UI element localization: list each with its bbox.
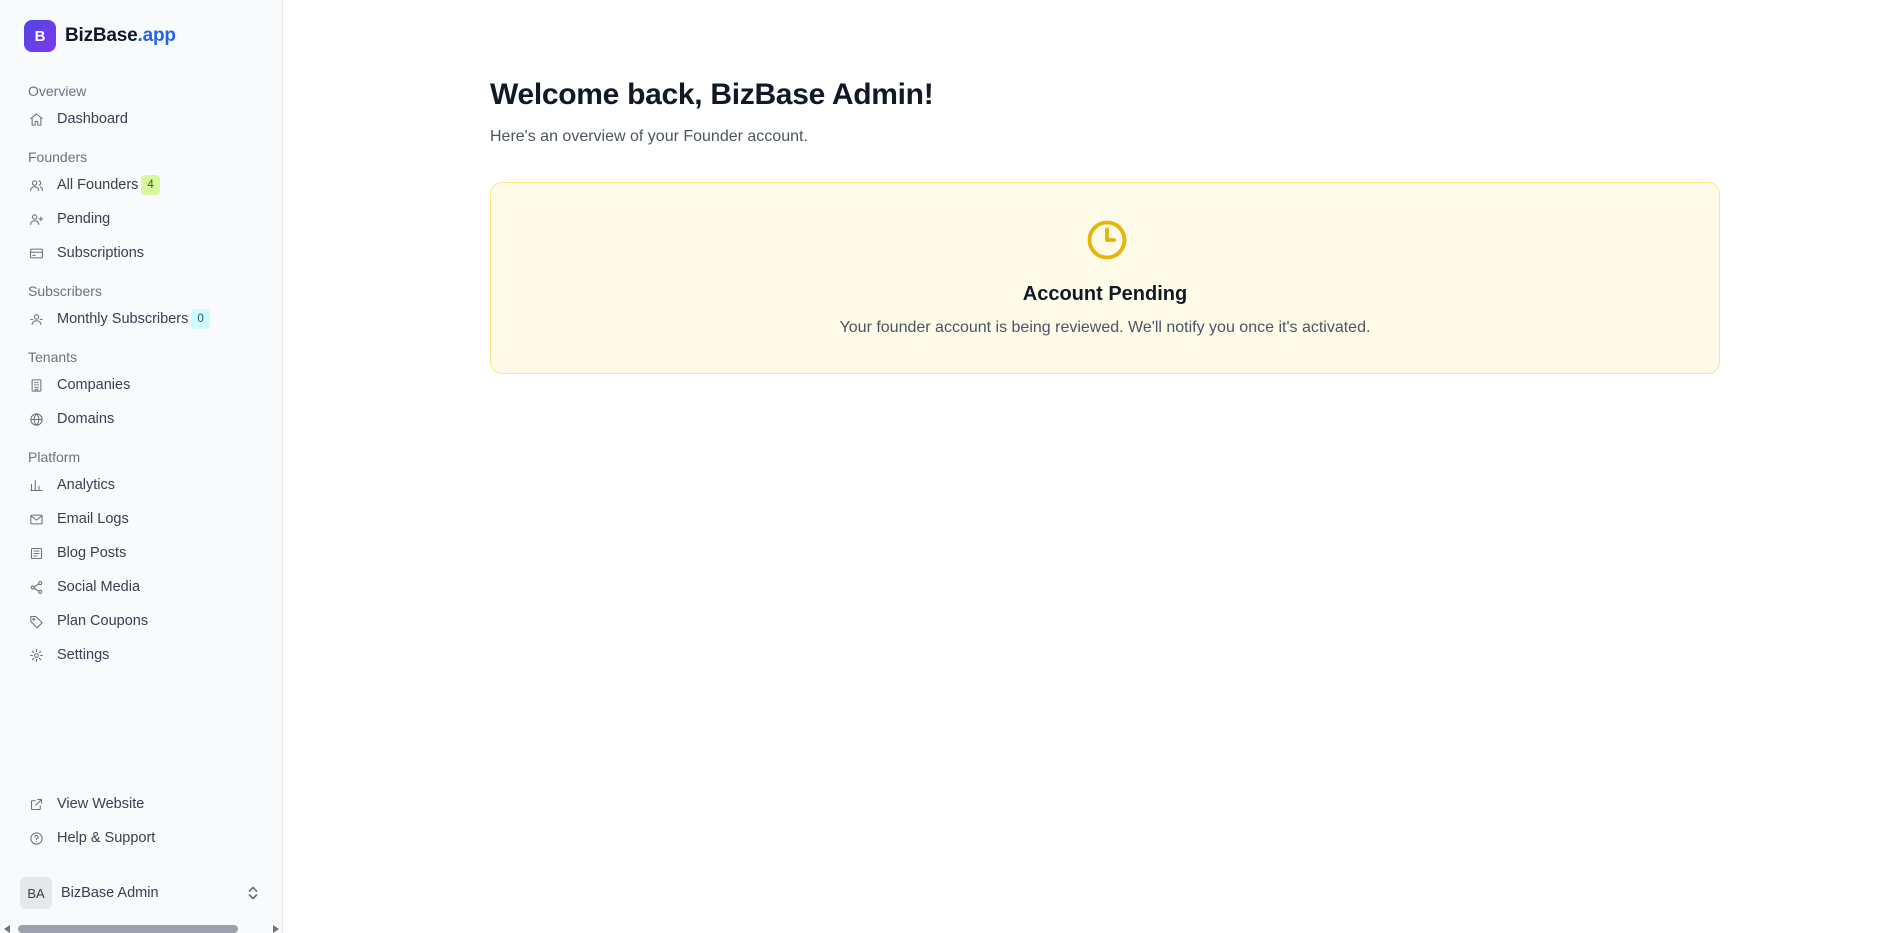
sidebar-item-label: Monthly Subscribers: [57, 311, 189, 327]
page-subtitle: Here's an overview of your Founder accou…: [490, 128, 808, 145]
sidebar-item-label: Email Logs: [57, 511, 129, 527]
count-badge: 4: [141, 175, 160, 195]
brand[interactable]: B BizBase.app: [24, 20, 176, 52]
sidebar-item-label: Social Media: [57, 579, 141, 595]
section-label-overview: Overview: [28, 83, 87, 99]
sidebar-footer-nav: View Website Help & Support: [16, 787, 268, 855]
external-link-icon: [28, 796, 44, 812]
sidebar: B BizBase.app Overview Dashboard Founder…: [0, 0, 283, 933]
tag-icon: [28, 613, 44, 629]
sidebar-item-analytics[interactable]: Analytics: [16, 468, 268, 502]
sidebar-item-social-media[interactable]: Social Media: [16, 570, 268, 604]
sidebar-item-settings[interactable]: Settings: [16, 638, 268, 672]
avatar: BA: [20, 877, 52, 909]
account-pending-card: Account Pending Your founder account is …: [490, 182, 1720, 374]
main-content: Welcome back, BizBase Admin! Here's an o…: [284, 0, 1904, 933]
help-support-link[interactable]: Help & Support: [16, 821, 268, 855]
mail-icon: [28, 511, 44, 527]
sidebar-item-label: Dashboard: [57, 111, 128, 127]
user-menu-button[interactable]: BA BizBase Admin: [20, 877, 260, 909]
brand-name-text: BizBase: [65, 25, 138, 46]
sidebar-item-all-founders[interactable]: All Founders 4: [16, 168, 268, 202]
sidebar-item-domains[interactable]: Domains: [16, 402, 268, 436]
sidebar-item-monthly-subscribers[interactable]: Monthly Subscribers 0: [16, 302, 268, 336]
user-name: BizBase Admin: [61, 885, 159, 901]
newspaper-icon: [28, 545, 44, 561]
sidebar-nav: Overview Dashboard Founders All Founders…: [16, 74, 268, 672]
section-label-tenants: Tenants: [28, 349, 78, 365]
sidebar-item-email-logs[interactable]: Email Logs: [16, 502, 268, 536]
card-text: Your founder account is being reviewed. …: [839, 319, 1371, 336]
sidebar-item-label: Pending: [57, 211, 111, 227]
sidebar-item-companies[interactable]: Companies: [16, 368, 268, 402]
share-icon: [28, 579, 44, 595]
user-plus-icon: [28, 211, 44, 227]
scroll-right-arrow-icon[interactable]: [273, 925, 279, 933]
scrollbar-thumb[interactable]: [18, 925, 238, 933]
bar-chart-icon: [28, 477, 44, 493]
building-icon: [28, 377, 44, 393]
sidebar-item-pending[interactable]: Pending: [16, 202, 268, 236]
sidebar-item-label: Plan Coupons: [57, 613, 149, 629]
sidebar-item-label: Analytics: [57, 477, 116, 493]
home-icon: [28, 111, 44, 127]
subscribers-icon: [28, 311, 44, 327]
page-title: Welcome back, BizBase Admin!: [490, 78, 934, 111]
sidebar-item-label: Companies: [57, 377, 131, 393]
sidebar-item-label: Domains: [57, 411, 115, 427]
section-label-platform: Platform: [28, 449, 81, 465]
sidebar-item-label: Help & Support: [57, 830, 156, 846]
sidebar-item-label: Subscriptions: [57, 245, 145, 261]
gear-icon: [28, 647, 44, 663]
sidebar-item-label: All Founders: [57, 177, 139, 193]
card-title: Account Pending: [1022, 283, 1188, 305]
horizontal-scrollbar[interactable]: [0, 925, 283, 933]
chevrons-up-down-icon: [246, 885, 260, 901]
sidebar-item-blog-posts[interactable]: Blog Posts: [16, 536, 268, 570]
sidebar-item-label: Blog Posts: [57, 545, 127, 561]
scroll-left-arrow-icon[interactable]: [4, 925, 10, 933]
sidebar-item-label: Settings: [57, 647, 110, 663]
sidebar-item-label: View Website: [57, 796, 145, 812]
count-badge: 0: [191, 309, 210, 329]
brand-logo: B: [24, 20, 56, 52]
brand-name: BizBase.app: [65, 25, 176, 47]
sidebar-item-plan-coupons[interactable]: Plan Coupons: [16, 604, 268, 638]
help-circle-icon: [28, 830, 44, 846]
users-icon: [28, 177, 44, 193]
clock-icon: [1086, 219, 1128, 261]
credit-card-icon: [28, 245, 44, 261]
sidebar-item-subscriptions[interactable]: Subscriptions: [16, 236, 268, 270]
section-label-founders: Founders: [28, 149, 88, 165]
section-label-subscribers: Subscribers: [28, 283, 102, 299]
brand-tld: .app: [137, 25, 176, 46]
globe-icon: [28, 411, 44, 427]
sidebar-item-dashboard[interactable]: Dashboard: [16, 102, 268, 136]
view-website-link[interactable]: View Website: [16, 787, 268, 821]
